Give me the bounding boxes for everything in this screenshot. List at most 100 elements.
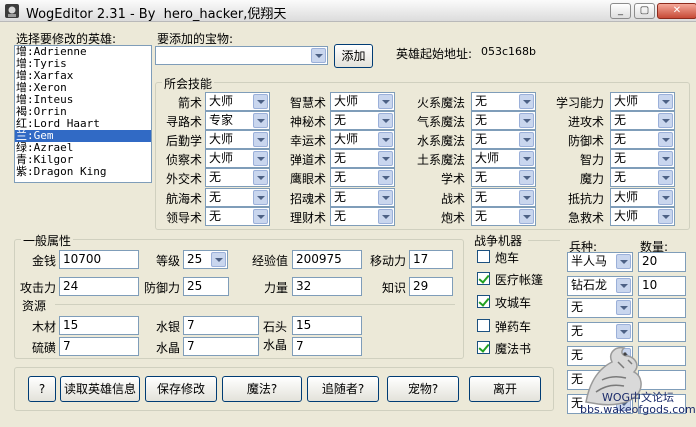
- gold-label: 金钱: [31, 254, 56, 268]
- skill-level-select[interactable]: 无: [471, 130, 536, 149]
- chevron-down-icon: [378, 132, 393, 147]
- gems-input[interactable]: 7: [292, 337, 362, 356]
- chevron-down-icon: [519, 170, 534, 185]
- skill-level-select[interactable]: 无: [471, 92, 536, 111]
- skill-level-select[interactable]: 无: [610, 149, 675, 168]
- skill-level-select[interactable]: 无: [471, 111, 536, 130]
- skill-level-value: 无: [334, 209, 347, 223]
- troop-type-value: 钻石龙: [571, 278, 608, 292]
- skill-label: 领导术: [165, 211, 202, 225]
- skill-label: 寻路术: [165, 115, 202, 129]
- skill-level-value: 无: [475, 190, 488, 204]
- chevron-down-icon: [519, 151, 534, 166]
- chevron-down-icon: [378, 190, 393, 205]
- add-artifact-button[interactable]: 添加: [334, 44, 373, 68]
- chevron-down-icon: [519, 209, 534, 224]
- maximize-button[interactable]: ▢: [634, 3, 655, 19]
- mercury-input[interactable]: 7: [183, 316, 259, 335]
- skill-level-select[interactable]: 无: [330, 168, 395, 187]
- level-label: 等级: [155, 254, 180, 268]
- skill-level-value: 无: [209, 190, 222, 204]
- hero-list-item[interactable]: 紫:Dragon King: [15, 166, 151, 178]
- troop-type-select[interactable]: 半人马: [567, 252, 633, 272]
- troop-count-input[interactable]: [638, 322, 686, 342]
- knowledge-input[interactable]: 29: [409, 277, 453, 296]
- skills-title: 所会技能: [162, 75, 215, 92]
- chevron-down-icon: [378, 209, 393, 224]
- troop-type-select[interactable]: 无: [567, 298, 633, 318]
- troop-type-select[interactable]: 钻石龙: [567, 276, 633, 296]
- troop-count-input[interactable]: 10: [638, 276, 686, 296]
- level-select[interactable]: 25: [183, 250, 228, 269]
- skill-level-select[interactable]: 专家: [205, 111, 270, 130]
- skill-level-value: 无: [334, 113, 347, 127]
- skill-level-select[interactable]: 大师: [205, 149, 270, 168]
- defense-input[interactable]: 25: [183, 277, 229, 296]
- skill-level-select[interactable]: 无: [330, 188, 395, 207]
- skill-level-select[interactable]: 无: [330, 111, 395, 130]
- move-input[interactable]: 17: [409, 250, 453, 269]
- skill-level-select[interactable]: 无: [471, 188, 536, 207]
- exit-button[interactable]: 离开: [469, 376, 541, 402]
- skill-level-select[interactable]: 无: [205, 207, 270, 226]
- save-button[interactable]: 保存修改: [145, 376, 217, 402]
- followers-button[interactable]: 追随者?: [307, 376, 379, 402]
- skill-level-select[interactable]: 无: [610, 168, 675, 187]
- skill-level-select[interactable]: 大师: [471, 149, 536, 168]
- troop-count-input[interactable]: [638, 298, 686, 318]
- attack-input[interactable]: 24: [59, 277, 139, 296]
- chevron-down-icon: [519, 113, 534, 128]
- skill-label: 招魂术: [289, 192, 326, 206]
- troop-type-select[interactable]: 无: [567, 322, 633, 342]
- chevron-down-icon: [378, 170, 393, 185]
- skill-level-select[interactable]: 大师: [610, 92, 675, 111]
- skill-level-value: 无: [614, 113, 627, 127]
- skill-level-select[interactable]: 无: [330, 149, 395, 168]
- troop-count-input[interactable]: 20: [638, 252, 686, 272]
- read-hero-button[interactable]: 读取英雄信息: [60, 376, 140, 402]
- skill-level-select[interactable]: 无: [471, 168, 536, 187]
- skill-level-select[interactable]: 无: [330, 207, 395, 226]
- skill-level-select[interactable]: 无: [610, 130, 675, 149]
- mercury-label: 水银: [155, 320, 180, 334]
- war-machine-checkbox[interactable]: [477, 295, 490, 308]
- chevron-down-icon: [378, 94, 393, 109]
- exp-input[interactable]: 200975: [292, 250, 362, 269]
- gold-input[interactable]: 10700: [59, 250, 139, 269]
- pets-button[interactable]: 宠物?: [387, 376, 459, 402]
- skill-level-select[interactable]: 无: [205, 168, 270, 187]
- war-machine-label: 魔法书: [495, 342, 532, 356]
- hero-list[interactable]: 增:Adrienne 增:Tyris 增:Xarfax 增:Xeron 增:Inteus…: [14, 45, 152, 183]
- close-button[interactable]: ✕: [657, 3, 696, 19]
- chevron-down-icon: [253, 132, 268, 147]
- minimize-button[interactable]: _: [610, 3, 631, 19]
- wood-input[interactable]: 15: [59, 316, 139, 335]
- war-machine-checkbox[interactable]: [477, 272, 490, 285]
- skill-level-value: 大师: [334, 132, 359, 146]
- skill-level-select[interactable]: 无: [205, 188, 270, 207]
- skill-level-select[interactable]: 大师: [610, 207, 675, 226]
- war-machine-label: 炮车: [495, 251, 520, 265]
- skill-level-select[interactable]: 无: [471, 207, 536, 226]
- skill-level-select[interactable]: 大师: [205, 130, 270, 149]
- help-button[interactable]: ?: [28, 376, 56, 402]
- crystal-input[interactable]: 7: [183, 337, 259, 356]
- war-machine-checkbox[interactable]: [477, 319, 490, 332]
- skill-level-select[interactable]: 大师: [610, 188, 675, 207]
- skill-level-select[interactable]: 大师: [205, 92, 270, 111]
- skill-level-select[interactable]: 大师: [330, 130, 395, 149]
- sulfur-input[interactable]: 7: [59, 337, 139, 356]
- magic-button[interactable]: 魔法?: [222, 376, 302, 402]
- power-input[interactable]: 32: [292, 277, 362, 296]
- skill-level-select[interactable]: 大师: [330, 92, 395, 111]
- ore-input[interactable]: 15: [292, 316, 362, 335]
- power-label: 力量: [263, 281, 288, 295]
- artifact-select[interactable]: [155, 46, 328, 65]
- war-machine-checkbox[interactable]: [477, 341, 490, 354]
- skill-level-select[interactable]: 无: [610, 111, 675, 130]
- chevron-down-icon: [519, 94, 534, 109]
- skill-label: 神秘术: [289, 115, 326, 129]
- war-machine-checkbox[interactable]: [477, 250, 490, 263]
- title-bar[interactable]: WogEditor 2.31 - By hero_hacker,倪翔天 _ ▢ …: [0, 0, 696, 22]
- skill-level-value: 大师: [614, 94, 639, 108]
